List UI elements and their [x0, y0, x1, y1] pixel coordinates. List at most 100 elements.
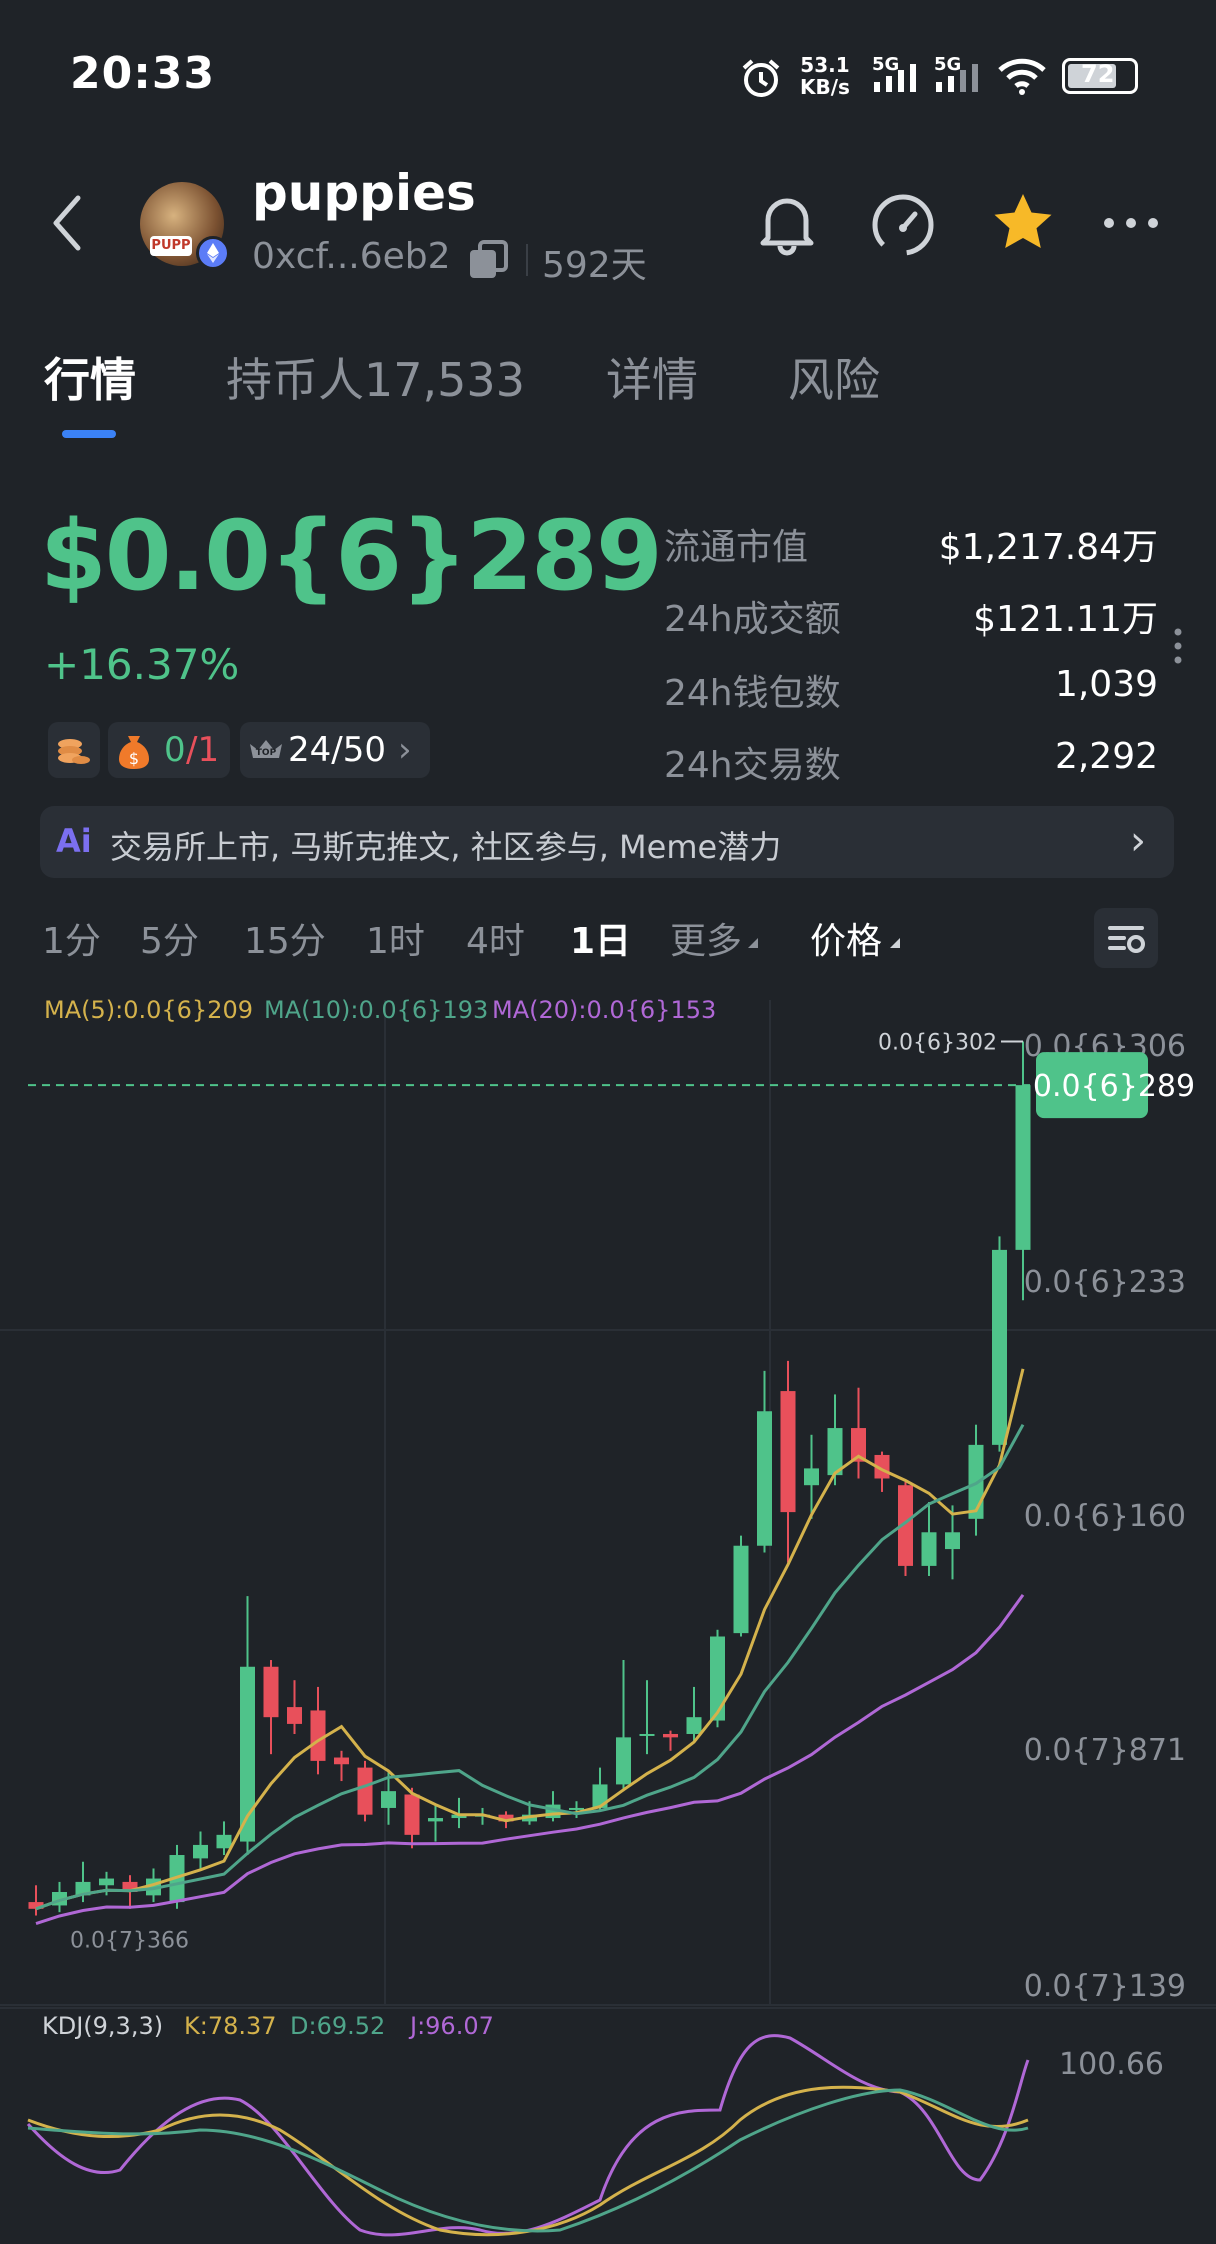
tab-details[interactable]: 详情 [606, 344, 698, 410]
stat-label-wallets: 24h钱包数 [664, 673, 841, 714]
star-icon[interactable] [990, 190, 1056, 260]
kdj-legend: KDJ(9,3,3) [42, 2012, 163, 2040]
stat-value-wallets: 1,039 [1054, 664, 1158, 705]
candle-body [710, 1636, 725, 1721]
network-speed: 53.1 KB/s [800, 54, 850, 98]
ethereum-chain-icon [196, 236, 230, 270]
top-rank-badge[interactable]: TOP 24/50 › [240, 722, 430, 778]
alarm-icon [738, 56, 784, 104]
vertical-more-icon[interactable] [1168, 626, 1188, 674]
candle-body [639, 1733, 655, 1736]
wifi-icon [996, 56, 1048, 100]
badge-ok-count: 0 [164, 730, 186, 770]
candle-body [334, 1757, 349, 1765]
ma20-legend: MA(20):0.0{6}153 [492, 996, 716, 1024]
stat-label-trades: 24h交易数 [664, 745, 841, 786]
candle-body [686, 1717, 702, 1734]
stat-value-volume: $121.11万 [973, 599, 1158, 640]
badge-total: /1 [186, 730, 220, 770]
price-change: +16.37% [44, 640, 240, 689]
coin-stack-badge[interactable] [48, 722, 100, 778]
interval-1d[interactable]: 1日 [570, 912, 631, 964]
kdj-axis-label: 100.66 [1059, 2047, 1164, 2082]
ma5-legend: MA(5):0.0{6}209 [44, 996, 253, 1024]
low-label: 0.0{7}366 [70, 1929, 189, 1954]
candle-body [757, 1411, 772, 1546]
svg-text:$: $ [129, 749, 139, 768]
more-icon[interactable] [1100, 190, 1166, 260]
candle-body [569, 1807, 584, 1810]
kdj-j-line [26, 2034, 1030, 2237]
candlestick-chart[interactable]: MA(5):0.0{6}209 MA(10):0.0{6}193 MA(20):… [0, 980, 1216, 2244]
candle-body [287, 1707, 302, 1724]
rank-value: 24/50 [288, 730, 386, 770]
candle-body [945, 1532, 960, 1550]
interval-4h[interactable]: 4时 [466, 912, 525, 964]
candle-body [381, 1791, 396, 1808]
dropdown-corner-icon [890, 938, 900, 948]
battery-icon: 72 [1062, 58, 1138, 94]
stat-value-trades: 2,292 [1054, 736, 1158, 777]
tab-market[interactable]: 行情 [44, 344, 136, 410]
candle-body [663, 1733, 678, 1738]
candle-body [804, 1468, 819, 1486]
candle-body [310, 1710, 326, 1761]
bell-icon[interactable] [754, 190, 820, 260]
current-price: $0.0{6}289 [40, 500, 663, 612]
status-time: 20:33 [70, 48, 216, 99]
token-age: 592天 [542, 245, 647, 286]
candle-body [428, 1818, 443, 1822]
interval-15m[interactable]: 15分 [244, 912, 326, 964]
net-speed-value: 53.1 [800, 53, 850, 77]
ma10-legend: MA(10):0.0{6}193 [264, 996, 488, 1024]
money-bag-badge[interactable]: $ 0/1 [108, 722, 230, 778]
chevron-right-icon: › [398, 730, 412, 770]
y-tick-label: 0.0{6}233 [1024, 1265, 1186, 1300]
interval-5m[interactable]: 5分 [140, 912, 199, 964]
candles [28, 1041, 1031, 1916]
tab-risk[interactable]: 风险 [788, 344, 880, 410]
candle-body [404, 1794, 420, 1835]
candle-body [992, 1249, 1007, 1445]
candle-body [921, 1532, 937, 1566]
chart-mode-price[interactable]: 价格 [810, 912, 882, 964]
net-speed-unit: KB/s [800, 75, 850, 99]
kdj-j: J:96.07 [408, 2012, 494, 2040]
interval-1h[interactable]: 1时 [366, 912, 425, 964]
current-price-label: 0.0{6}289 [1033, 1069, 1195, 1104]
candle-body [357, 1767, 373, 1815]
ai-icon: Ai [56, 822, 92, 860]
signal-icon-sim1: 5G [872, 54, 916, 92]
stat-value-market-cap: $1,217.84万 [938, 527, 1158, 568]
candle-body [616, 1737, 631, 1785]
kdj-d: D:69.52 [290, 2012, 385, 2040]
interval-more[interactable]: 更多 [670, 912, 742, 964]
tab-holders[interactable]: 持币人17,533 [226, 344, 525, 410]
dropdown-corner-icon [748, 938, 758, 948]
candle-body [1015, 1085, 1031, 1250]
back-button[interactable] [46, 190, 86, 260]
moving-average-lines [35, 1368, 1025, 1926]
stat-label-volume: 24h成交额 [664, 599, 841, 640]
signal-icon-sim2: 5G [934, 54, 978, 92]
candle-body [263, 1666, 279, 1718]
chart-settings-button[interactable] [1094, 908, 1158, 968]
token-address: 0xcf...6eb2 [252, 236, 451, 277]
token-name: puppies [252, 164, 476, 222]
candle-body [216, 1834, 232, 1849]
avatar-tag: PUPP [150, 236, 192, 256]
candle-body [193, 1844, 208, 1859]
candle-body [780, 1391, 796, 1513]
y-tick-label: 0.0{7}139 [1024, 1969, 1186, 2004]
copy-icon[interactable] [468, 240, 510, 284]
svg-text:TOP: TOP [256, 748, 277, 758]
candle-body [99, 1878, 114, 1886]
divider [526, 244, 528, 276]
candle-body [733, 1545, 749, 1634]
interval-1m[interactable]: 1分 [42, 912, 101, 964]
y-tick-label: 0.0{7}871 [1024, 1733, 1186, 1768]
gauge-icon[interactable] [868, 190, 938, 260]
active-tab-indicator [62, 430, 116, 438]
kdj-k-line [27, 2085, 1029, 2237]
ai-summary-text: 交易所上市, 马斯克推文, 社区参与, Meme潜力 [110, 828, 782, 866]
